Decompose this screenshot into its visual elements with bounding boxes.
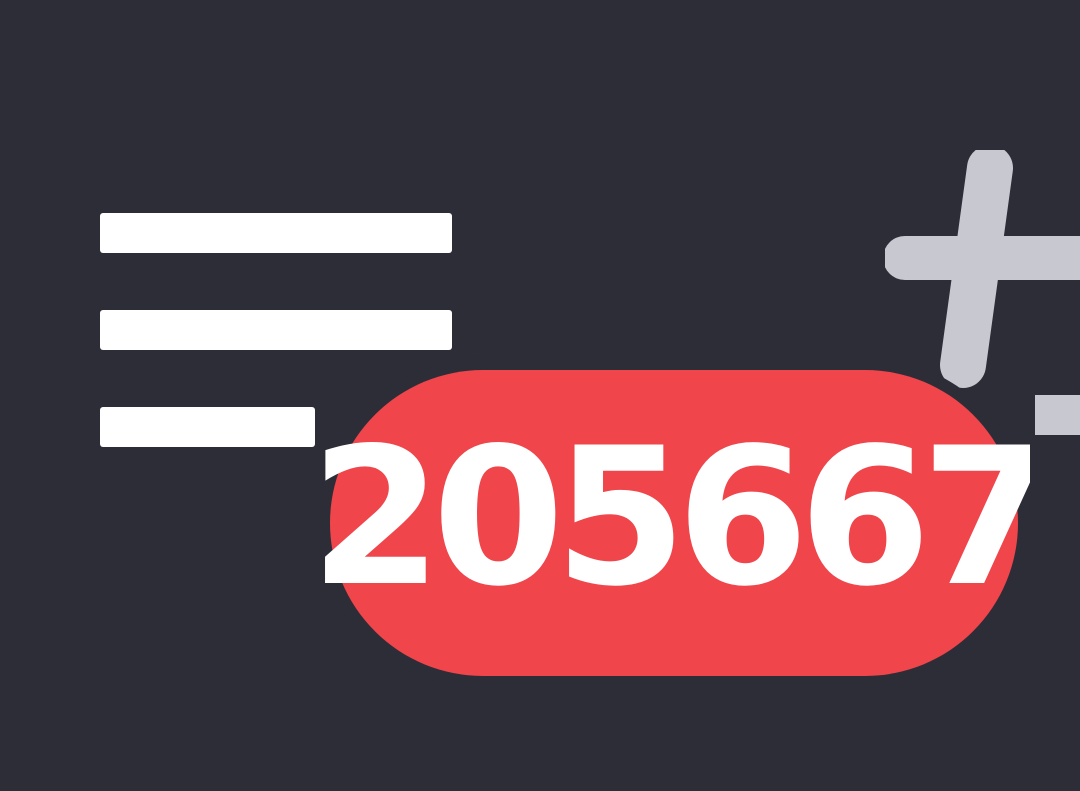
menu-icon-bar-middle [100, 310, 452, 350]
app-header: 2056670 [0, 0, 1080, 791]
menu-icon-bar-bottom [100, 407, 315, 447]
menu-icon-bar-top [100, 213, 452, 253]
notification-count: 2056670 [310, 418, 1030, 618]
notification-badge: 2056670 [310, 358, 1030, 688]
